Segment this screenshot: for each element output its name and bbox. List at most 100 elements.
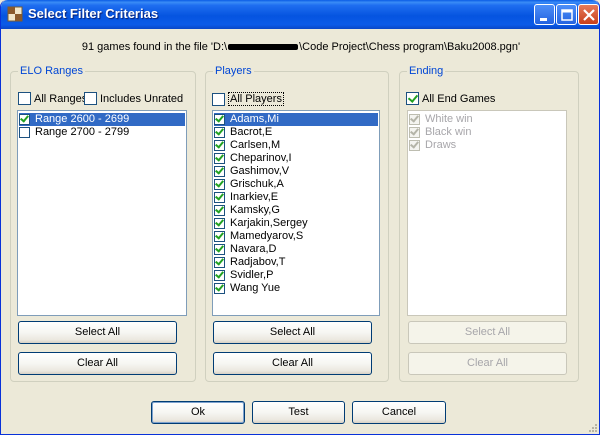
list-item-checkbox[interactable] [214, 178, 225, 190]
list-item-label: Karjakin,Sergey [230, 217, 308, 230]
list-item-label: Carlsen,M [230, 139, 281, 152]
list-item-checkbox[interactable] [19, 126, 30, 138]
list-item[interactable]: Svidler,P [214, 269, 275, 282]
dialog-window: Select Filter Criterias 91 games found i… [0, 0, 600, 435]
ok-button[interactable]: Ok [151, 401, 245, 424]
all-ranges-checkbox-box[interactable] [18, 92, 31, 105]
list-item-label: Range 2700 - 2799 [35, 126, 130, 139]
players-select-all-button[interactable]: Select All [213, 321, 372, 344]
list-item-checkbox[interactable] [214, 282, 225, 294]
list-item-checkbox[interactable] [214, 217, 225, 229]
list-item-label: Black win [425, 126, 472, 139]
elo-ranges-group: ELO Ranges All Ranges Includes Unrated R… [10, 65, 196, 382]
list-item[interactable]: Grischuk,A [214, 178, 286, 191]
minimize-button[interactable] [534, 4, 555, 25]
info-suffix: \Code Project\Chess program\Baku2008.pgn… [299, 41, 521, 53]
list-item-checkbox[interactable] [214, 152, 225, 164]
list-item[interactable]: Adams,Mi [214, 113, 378, 126]
players-label: Players [213, 65, 254, 77]
list-item[interactable]: Radjabov,T [214, 256, 287, 269]
list-item-checkbox[interactable] [214, 113, 225, 125]
ending-select-all-button[interactable]: Select All [408, 321, 567, 344]
title-bar[interactable]: Select Filter Criterias [1, 0, 599, 29]
window-title: Select Filter Criterias [28, 6, 159, 21]
players-group: Players All Players Adams,Mi Bacrot,E Ca… [205, 65, 389, 382]
players-list[interactable]: Adams,Mi Bacrot,E Carlsen,M Cheparinov,I… [212, 110, 380, 316]
close-icon [583, 9, 595, 21]
resize-grip-icon[interactable] [587, 422, 597, 432]
list-item-label: Navara,D [230, 243, 277, 256]
elo-clear-all-button[interactable]: Clear All [18, 352, 177, 375]
list-item[interactable]: Range 2600 - 2699 [19, 113, 185, 126]
games-found-info: 91 games found in the file 'D:\ \Code Pro… [1, 41, 599, 53]
list-item-checkbox[interactable] [409, 139, 420, 151]
list-item-label: Wang Yue [230, 282, 281, 295]
all-ranges-checkbox[interactable]: All Ranges [18, 92, 87, 106]
list-item-checkbox[interactable] [214, 165, 225, 177]
minimize-icon [540, 18, 547, 21]
list-item[interactable]: Black win [409, 126, 473, 139]
list-item[interactable]: Navara,D [214, 243, 278, 256]
list-item-label: Gashimov,V [230, 165, 290, 178]
cancel-button[interactable]: Cancel [352, 401, 446, 424]
list-item[interactable]: Cheparinov,I [214, 152, 294, 165]
list-item[interactable]: White win [409, 113, 475, 126]
list-item-checkbox[interactable] [214, 269, 225, 281]
list-item-label: Range 2600 - 2699 [33, 113, 132, 126]
redacted-path [228, 44, 299, 51]
maximize-icon [561, 9, 573, 21]
all-end-games-checkbox-box[interactable] [406, 92, 419, 105]
list-item-checkbox[interactable] [214, 139, 225, 151]
all-players-checkbox[interactable]: All Players [212, 92, 284, 106]
ending-list[interactable]: White win Black win Draws [407, 110, 567, 316]
list-item-label: Grischuk,A [230, 178, 284, 191]
info-prefix: 91 games found in the file 'D:\ [81, 41, 228, 53]
list-item[interactable]: Carlsen,M [214, 139, 282, 152]
all-players-checkbox-box[interactable] [212, 92, 225, 106]
includes-unrated-checkbox-box[interactable] [84, 92, 97, 105]
includes-unrated-label: Includes Unrated [100, 92, 184, 105]
elo-select-all-button[interactable]: Select All [18, 321, 177, 344]
ending-label: Ending [407, 65, 446, 77]
all-ranges-label: All Ranges [34, 92, 88, 105]
list-item[interactable]: Inarkiev,E [214, 191, 280, 204]
test-button[interactable]: Test [252, 401, 345, 424]
list-item-checkbox[interactable] [214, 126, 225, 138]
list-item[interactable]: Wang Yue [214, 282, 282, 295]
list-item[interactable]: Range 2700 - 2799 [19, 126, 131, 139]
list-item-checkbox[interactable] [214, 204, 225, 216]
list-item-label: Adams,Mi [228, 113, 281, 126]
list-item[interactable]: Gashimov,V [214, 165, 291, 178]
list-item-checkbox[interactable] [409, 113, 420, 125]
ending-clear-all-button[interactable]: Clear All [408, 352, 567, 375]
list-item-label: Inarkiev,E [230, 191, 279, 204]
list-item-checkbox[interactable] [214, 191, 225, 203]
list-item-label: Kamsky,G [230, 204, 280, 217]
maximize-button[interactable] [556, 4, 577, 25]
includes-unrated-checkbox[interactable]: Includes Unrated [84, 92, 183, 106]
list-item[interactable]: Karjakin,Sergey [214, 217, 310, 230]
list-item-label: Bacrot,E [230, 126, 273, 139]
list-item-checkbox[interactable] [19, 113, 30, 125]
list-item[interactable]: Draws [409, 139, 458, 152]
chess-app-icon[interactable] [7, 6, 23, 22]
list-item-checkbox[interactable] [214, 230, 225, 242]
list-item[interactable]: Mamedyarov,S [214, 230, 305, 243]
players-clear-all-button[interactable]: Clear All [213, 352, 372, 375]
list-item-label: White win [425, 113, 473, 126]
elo-ranges-list[interactable]: Range 2600 - 2699 Range 2700 - 2799 [17, 110, 187, 316]
list-item-label: Mamedyarov,S [230, 230, 304, 243]
list-item-checkbox[interactable] [409, 126, 420, 138]
all-players-label: All Players [228, 92, 284, 106]
list-item[interactable]: Bacrot,E [214, 126, 274, 139]
list-item[interactable]: Kamsky,G [214, 204, 282, 217]
list-item-checkbox[interactable] [214, 256, 225, 268]
all-end-games-checkbox[interactable]: All End Games [406, 92, 495, 106]
ending-group: Ending All End Games White win Black win… [399, 65, 579, 382]
all-end-games-label: All End Games [422, 92, 496, 105]
list-item-label: Cheparinov,I [230, 152, 292, 165]
list-item-label: Draws [425, 139, 457, 152]
close-button[interactable] [578, 4, 599, 25]
list-item-label: Radjabov,T [230, 256, 286, 269]
list-item-checkbox[interactable] [214, 243, 225, 255]
